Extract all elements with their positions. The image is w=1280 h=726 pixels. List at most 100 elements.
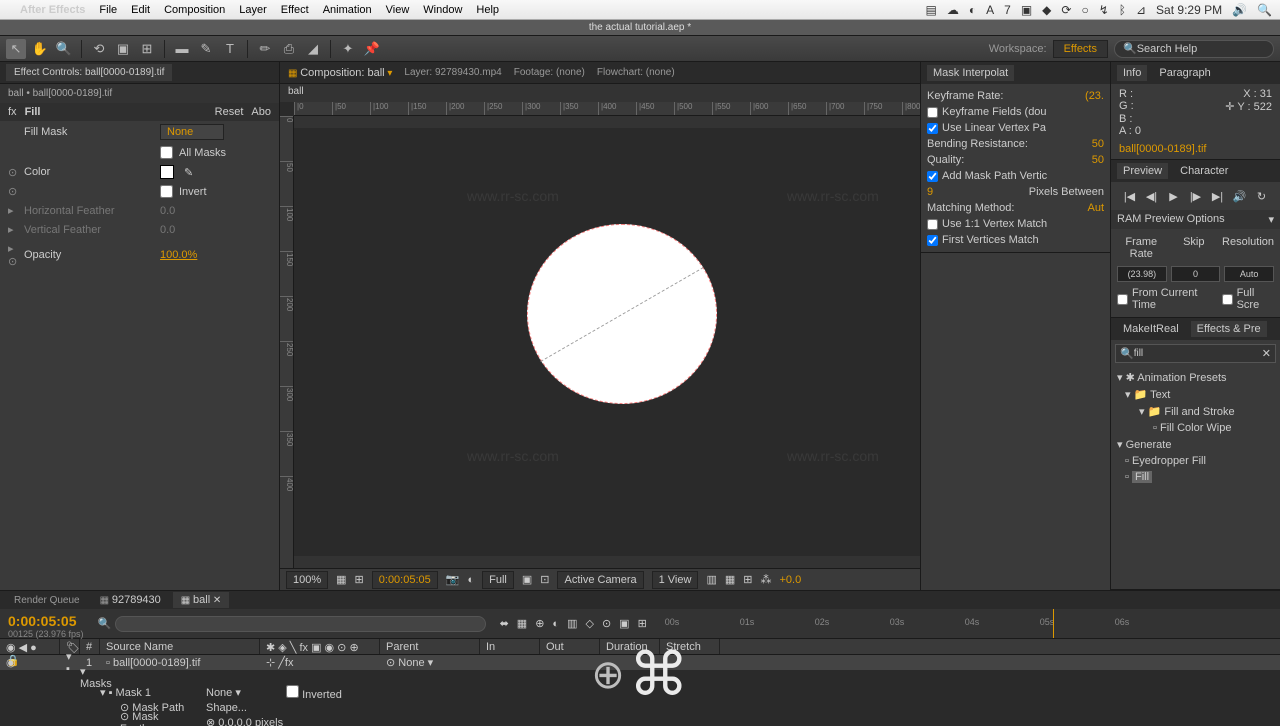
tree-fill-stroke[interactable]: ▾ 📁 Fill and Stroke — [1111, 403, 1280, 420]
viewer-icon[interactable]: ⊞ — [355, 573, 364, 586]
play-button[interactable]: ▶ — [1166, 188, 1182, 204]
eraser-tool[interactable]: ◢ — [303, 39, 323, 59]
ball-layer[interactable] — [527, 224, 717, 404]
menu-help[interactable]: Help — [476, 4, 499, 16]
opacity-value[interactable]: 100.0% — [160, 249, 197, 261]
makeitreal-tab[interactable]: MakeItReal — [1117, 321, 1185, 337]
wifi-icon[interactable]: ⊿ — [1136, 3, 1146, 17]
composition-canvas[interactable]: www.rr-sc.com www.rr-sc.com www.rr-sc.co… — [294, 128, 920, 556]
timeline-icon[interactable]: ⊙ — [602, 617, 611, 630]
clone-tool[interactable]: ⎙ — [279, 39, 299, 59]
effect-controls-tab[interactable]: Effect Controls: ball[0000-0189].tif — [6, 64, 172, 81]
ram-preview-dropdown[interactable]: RAM Preview Options — [1117, 213, 1225, 226]
menu-view[interactable]: View — [386, 4, 410, 16]
menubar-icon[interactable]: ⟳ — [1061, 3, 1071, 17]
text-tool[interactable]: T — [220, 39, 240, 59]
px-value[interactable]: 9 — [927, 186, 933, 198]
preview-tab[interactable]: Preview — [1117, 163, 1168, 179]
view-dropdown[interactable]: 1 View — [652, 571, 699, 589]
tree-eyedropper-fill[interactable]: ▫ Eyedropper Fill — [1111, 453, 1280, 469]
rect-tool[interactable]: ▬ — [172, 39, 192, 59]
timeline-icon[interactable]: ⬌ — [500, 617, 509, 630]
last-frame-button[interactable]: ▶| — [1210, 188, 1226, 204]
reset-link[interactable]: Reset — [215, 106, 244, 118]
pan-behind-tool[interactable]: ⊞ — [137, 39, 157, 59]
character-tab[interactable]: Character — [1174, 163, 1234, 179]
loop-button[interactable]: ↻ — [1254, 188, 1270, 204]
layer-tab[interactable]: Layer: 92789430.mp4 — [404, 67, 501, 78]
comp-breadcrumb[interactable]: ball — [280, 84, 920, 102]
viewer-icon[interactable]: ⊞ — [743, 573, 752, 586]
effects-search-input[interactable] — [1134, 348, 1262, 359]
timeline-icon[interactable]: ◐ — [552, 618, 559, 630]
menu-file[interactable]: File — [99, 4, 117, 16]
timeline-icon[interactable]: ▦ — [517, 617, 527, 630]
menubar-icon[interactable]: A — [986, 3, 994, 17]
volume-icon[interactable]: 🔊 — [1232, 3, 1247, 17]
use11-checkbox[interactable] — [927, 219, 938, 230]
viewer-icon[interactable]: ▣ — [522, 573, 532, 586]
channel-icon[interactable]: ◐ — [467, 574, 474, 586]
menu-edit[interactable]: Edit — [131, 4, 150, 16]
brush-tool[interactable]: ✏ — [255, 39, 275, 59]
resolution-dropdown[interactable]: Full — [482, 571, 514, 589]
first-vertices-checkbox[interactable] — [927, 235, 938, 246]
about-link[interactable]: Abo — [251, 106, 271, 118]
menu-animation[interactable]: Animation — [323, 4, 372, 16]
timeline-tab-1[interactable]: ▦ 92789430 — [92, 592, 169, 608]
timeline-icon[interactable]: ◇ — [585, 617, 593, 630]
fx-toggle[interactable]: fx — [8, 106, 17, 118]
menubar-icon[interactable]: ☁ — [947, 3, 959, 17]
render-queue-tab[interactable]: Render Queue — [6, 593, 88, 608]
spotlight-icon[interactable]: 🔍 — [1257, 3, 1272, 17]
eyedropper-icon[interactable]: ✎ — [184, 166, 193, 179]
add-vertices-checkbox[interactable] — [927, 171, 938, 182]
snapshot-icon[interactable]: 📷 — [446, 573, 460, 586]
fill-mask-dropdown[interactable]: None — [160, 124, 224, 140]
viewer-icon[interactable]: ▦ — [336, 573, 346, 586]
tree-fill[interactable]: ▫ Fill — [1111, 469, 1280, 485]
camera-tool[interactable]: ▣ — [113, 39, 133, 59]
all-masks-checkbox[interactable] — [160, 146, 173, 159]
exposure-value[interactable]: +0.0 — [779, 574, 801, 586]
timeline-icon[interactable]: ▣ — [619, 617, 629, 630]
menu-effect[interactable]: Effect — [281, 4, 309, 16]
viewer-icon[interactable]: ▥ — [706, 573, 716, 586]
fullscreen-checkbox[interactable] — [1222, 294, 1233, 305]
invert-checkbox[interactable] — [160, 185, 173, 198]
fx-name[interactable]: Fill — [25, 106, 41, 118]
time-ruler[interactable]: 00s 01s 02s 03s 04s 05s 06s — [655, 609, 1280, 638]
current-time[interactable]: 0:00:05:05 — [372, 571, 438, 589]
menu-layer[interactable]: Layer — [239, 4, 267, 16]
framerate-input[interactable] — [1117, 266, 1167, 282]
menu-composition[interactable]: Composition — [164, 4, 225, 16]
footage-tab[interactable]: Footage: (none) — [514, 67, 585, 78]
menubar-icon[interactable]: ○ — [1081, 3, 1088, 17]
info-tab[interactable]: Info — [1117, 65, 1147, 81]
menubar-icon[interactable]: ◐ — [969, 3, 976, 17]
timeline-search[interactable] — [115, 616, 485, 632]
linear-vertex-checkbox[interactable] — [927, 123, 938, 134]
menubar-icon[interactable]: 7 — [1004, 3, 1011, 17]
quality-value[interactable]: 50 — [1092, 154, 1104, 166]
tree-generate[interactable]: ▾ Generate — [1111, 436, 1280, 453]
skip-input[interactable] — [1171, 266, 1221, 282]
menubar-icon[interactable]: ▤ — [926, 3, 937, 17]
viewport[interactable]: www.rr-sc.com www.rr-sc.com www.rr-sc.co… — [294, 116, 920, 568]
playhead[interactable] — [1053, 609, 1054, 638]
bluetooth-icon[interactable]: ᛒ — [1119, 3, 1126, 17]
menubar-icon[interactable]: ▣ — [1021, 3, 1032, 17]
effects-presets-tab[interactable]: Effects & Pre — [1191, 321, 1267, 337]
viewer-icon[interactable]: ⊡ — [540, 573, 549, 586]
menubar-icon[interactable]: ↯ — [1099, 3, 1109, 17]
from-current-checkbox[interactable] — [1117, 294, 1128, 305]
viewer-icon[interactable]: ⁂ — [760, 573, 771, 586]
timeline-tab-ball[interactable]: ▦ ball ✕ — [173, 592, 230, 608]
timeline-current-time[interactable]: 0:00:05:05 — [8, 613, 84, 629]
paragraph-tab[interactable]: Paragraph — [1153, 65, 1216, 81]
tree-animation-presets[interactable]: ▾ ✱ Animation Presets — [1111, 369, 1280, 386]
color-swatch[interactable] — [160, 165, 174, 179]
clear-search-icon[interactable]: ✕ — [1262, 347, 1271, 360]
viewer-icon[interactable]: ▦ — [725, 573, 735, 586]
selection-tool[interactable]: ↖ — [6, 39, 26, 59]
